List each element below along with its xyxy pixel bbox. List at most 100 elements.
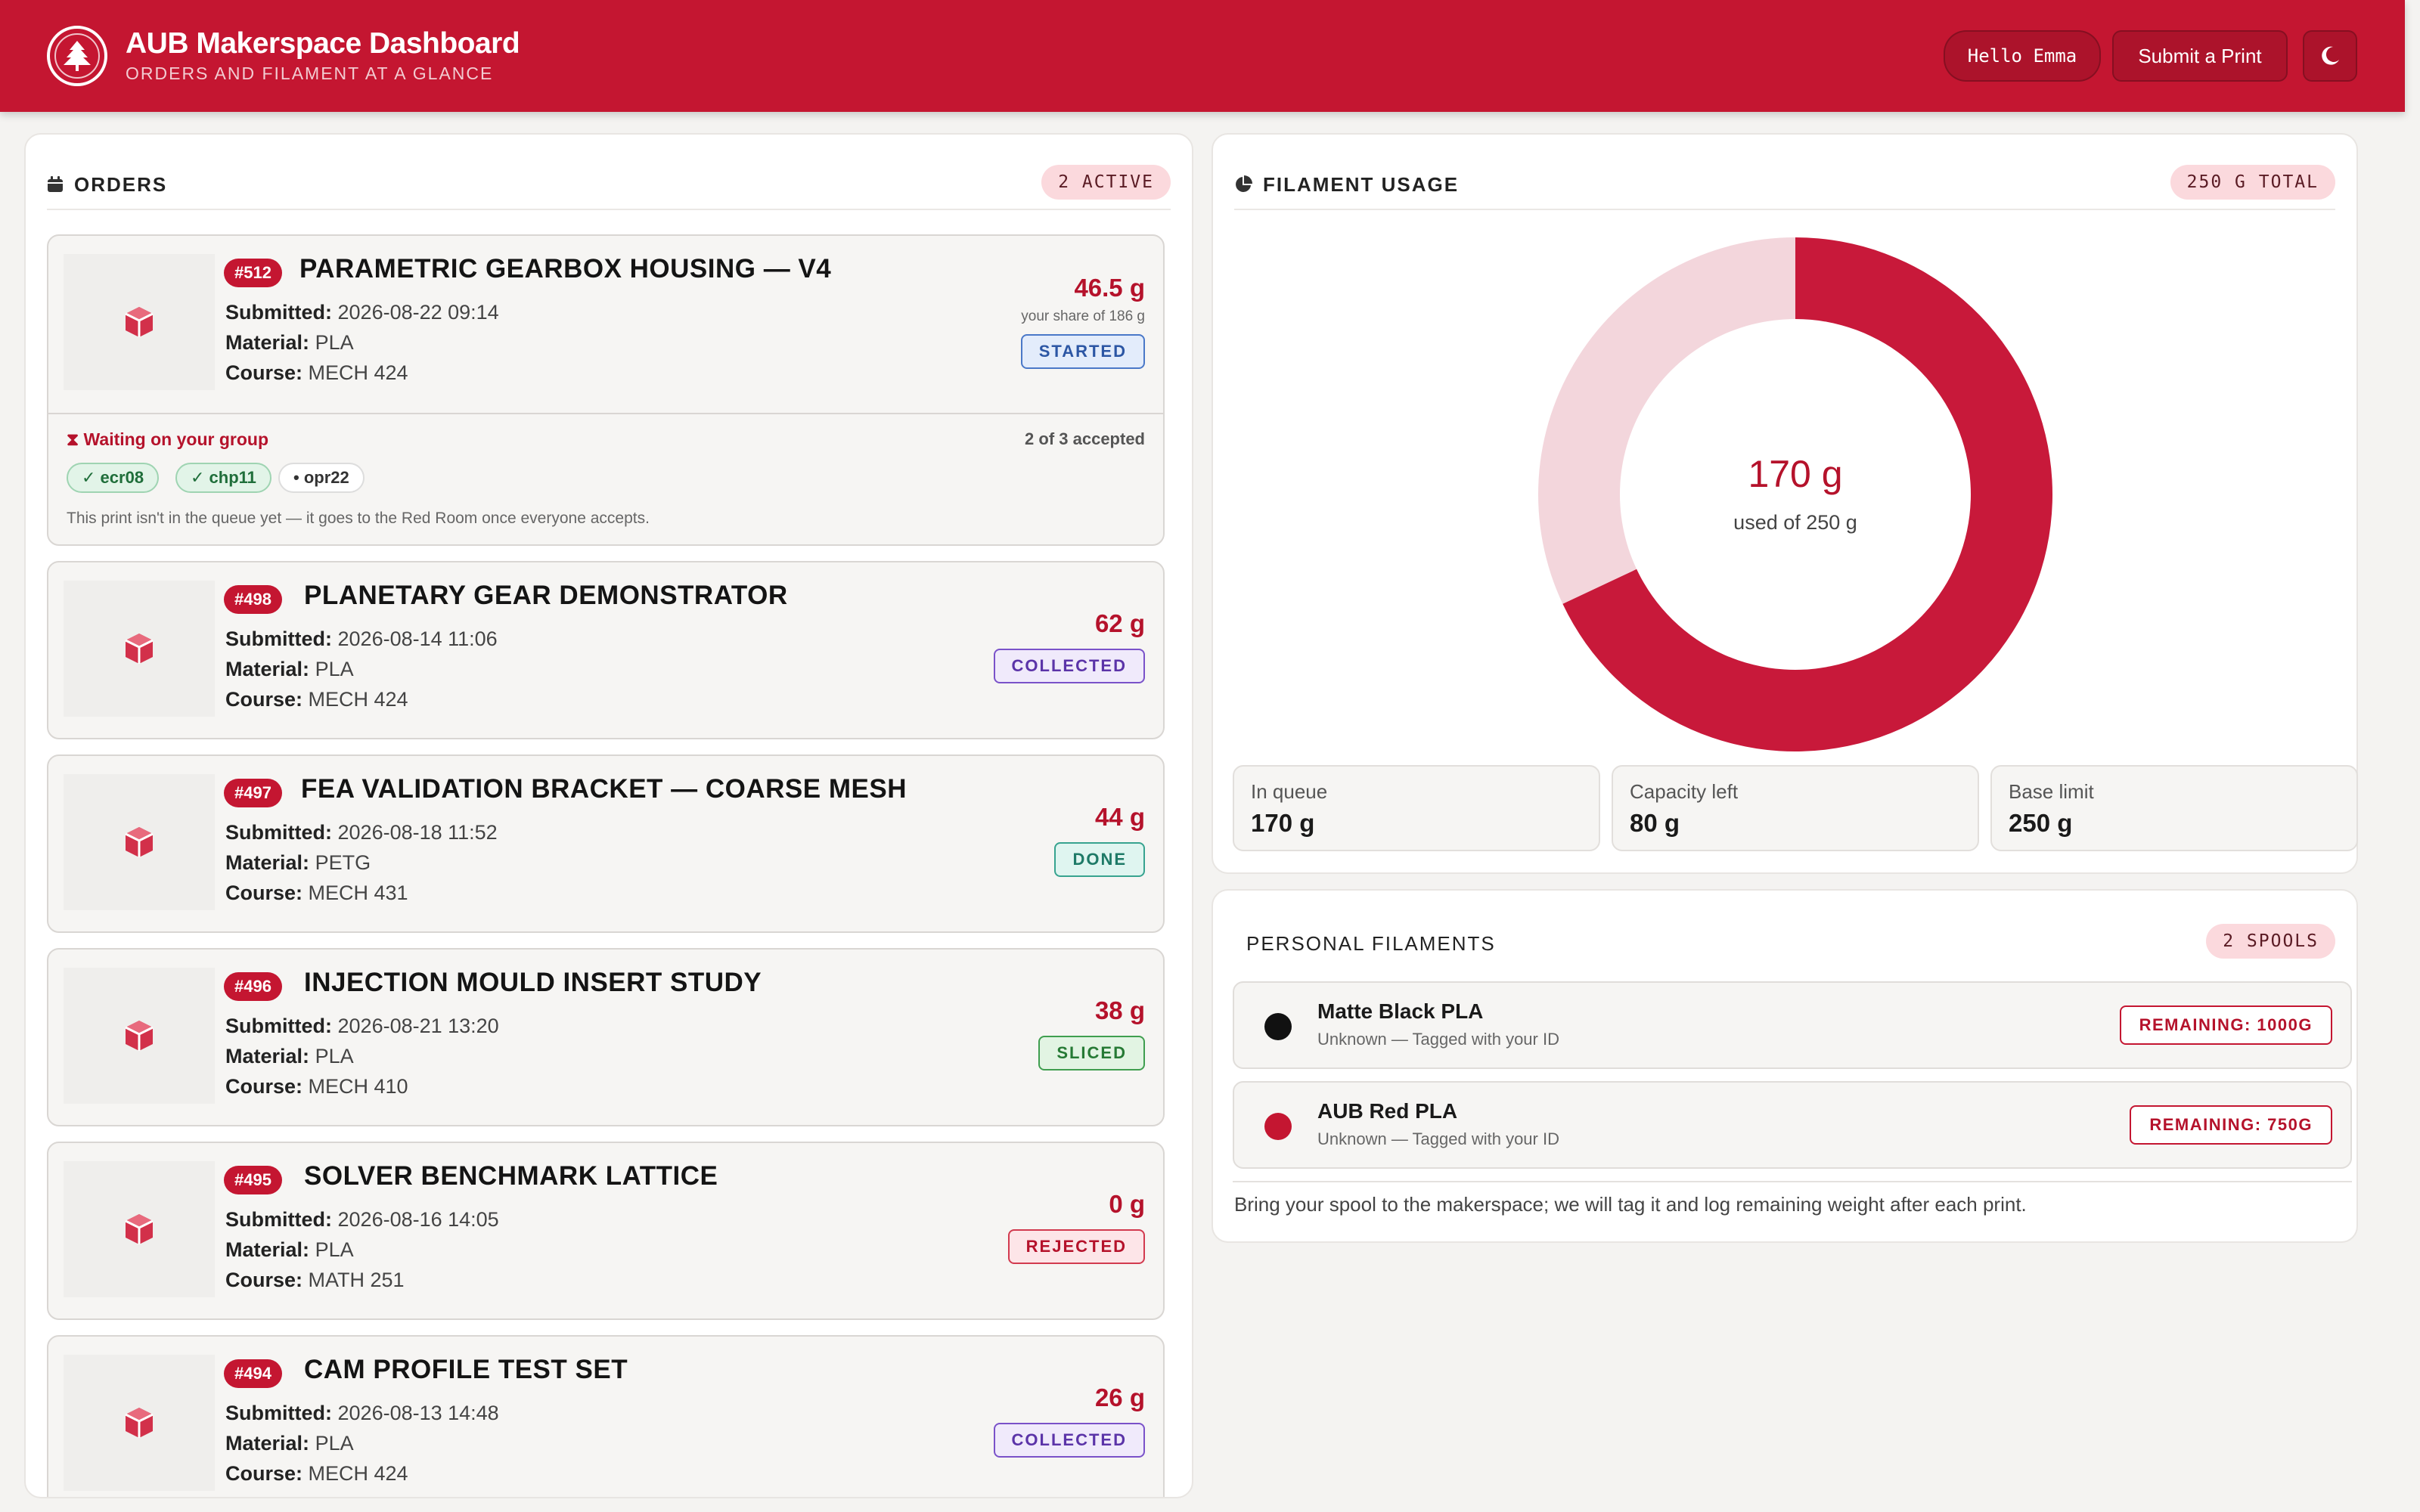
box-icon	[125, 1214, 154, 1244]
filament-title: FILAMENT USAGE	[1263, 172, 1460, 196]
orders-panel: ORDERS 2 ACTIVE #512 Parametric Gearbox …	[24, 133, 1193, 1498]
page-title: AUB Makerspace Dashboard	[126, 27, 520, 60]
order-title: Planetary Gear Demonstrator	[304, 581, 788, 610]
order-grams: 26 g	[1094, 1383, 1145, 1411]
box-icon	[125, 1021, 154, 1051]
order-material: Material: PLA	[225, 1045, 354, 1067]
submit-print-button[interactable]: Submit a Print	[2112, 30, 2288, 82]
spool-color-swatch	[1264, 1113, 1292, 1140]
spool-subtitle: Unknown — Tagged with your ID	[1317, 1129, 1559, 1148]
stat-base-limit: Base limit 250 g	[1990, 765, 2358, 851]
donut-slice-left	[1538, 237, 1795, 604]
order-thumbnail	[64, 254, 215, 390]
group-member-chip: • opr22	[278, 463, 365, 493]
order-title: FEA Validation Bracket — Coarse Mesh	[301, 774, 907, 804]
app-header: AUB Makerspace Dashboard ORDERS AND FILA…	[0, 0, 2405, 112]
filament-panel-header: FILAMENT USAGE 250 G TOTAL	[1234, 162, 2335, 207]
order-thumbnail	[64, 1355, 215, 1491]
order-course: Course: MECH 410	[225, 1075, 408, 1098]
status-badge: REJECTED	[1007, 1229, 1145, 1264]
order-material: Material: PLA	[225, 658, 354, 680]
pie-chart-icon	[1236, 175, 1252, 192]
order-title: Solver Benchmark Lattice	[304, 1161, 718, 1191]
group-approval: ⧗ Waiting on your group 2 of 3 accepted …	[48, 413, 1163, 544]
status-badge: COLLECTED	[993, 649, 1145, 683]
spool-item[interactable]: Matte Black PLA Unknown — Tagged with yo…	[1233, 981, 2352, 1069]
order-id-badge: #497	[224, 779, 282, 807]
orders-panel-header: ORDERS 2 ACTIVE	[47, 162, 1171, 207]
stat-in-queue: In queue 170 g	[1233, 765, 1600, 851]
order-title: Injection Mould Insert Study	[304, 968, 762, 997]
group-waiting: ⧗ Waiting on your group	[67, 429, 268, 449]
order-material: Material: PETG	[225, 851, 371, 874]
order-id-badge: #494	[224, 1359, 282, 1388]
order-id-badge: #495	[224, 1166, 282, 1194]
box-icon	[125, 827, 154, 857]
order-card[interactable]: #494 Cam Profile Test Set Submitted: 202…	[47, 1335, 1165, 1497]
stat-value: 80 g	[1630, 809, 1680, 837]
filament-divider	[1234, 209, 2335, 210]
stat-value: 250 g	[2009, 809, 2073, 837]
page-subtitle: ORDERS AND FILAMENT AT A GLANCE	[126, 64, 494, 83]
order-card[interactable]: #498 Planetary Gear Demonstrator Submitt…	[47, 561, 1165, 739]
order-card[interactable]: #495 Solver Benchmark Lattice Submitted:…	[47, 1142, 1165, 1320]
order-id-badge: #512	[224, 259, 282, 287]
status-badge: SLICED	[1038, 1036, 1145, 1070]
box-icon	[125, 1408, 154, 1438]
order-course: Course: MECH 424	[225, 361, 408, 384]
group-member-chip: ✓ ecr08	[67, 463, 160, 493]
group-note: This print isn't in the queue yet — it g…	[67, 510, 650, 527]
orders-title: ORDERS	[74, 172, 168, 196]
user-greeting-button[interactable]: Hello Emma	[1944, 30, 2101, 82]
spool-color-swatch	[1264, 1013, 1292, 1040]
order-material: Material: PLA	[225, 331, 354, 354]
order-grams: 62 g	[1094, 609, 1145, 637]
order-card[interactable]: #497 FEA Validation Bracket — Coarse Mes…	[47, 754, 1165, 933]
order-id-badge: #496	[224, 972, 282, 1001]
order-grams: 44 g	[1094, 803, 1145, 831]
theme-toggle-button[interactable]	[2303, 30, 2357, 82]
donut-center-value: 170 g	[1748, 453, 1843, 495]
order-card[interactable]: #512 Parametric Gearbox Housing — V4 Sub…	[47, 234, 1165, 546]
personal-panel-header: PERSONAL FILAMENTS 2 SPOOLS	[1234, 921, 2335, 966]
stat-capacity-left: Capacity left 80 g	[1612, 765, 1979, 851]
spool-remaining-badge: REMAINING: 750G	[2130, 1105, 2332, 1145]
box-icon	[125, 634, 154, 664]
group-member-chip: ✓ chp11	[175, 463, 271, 493]
group-accepted-count: 2 of 3 accepted	[1025, 429, 1145, 448]
order-grams: 0 g	[1109, 1190, 1145, 1218]
personal-title: PERSONAL FILAMENTS	[1246, 931, 1496, 955]
order-id-badge: #498	[224, 585, 282, 614]
order-share: your share of 186 g	[1021, 308, 1145, 324]
total-badge: 250 G TOTAL	[2170, 165, 2335, 200]
personal-divider	[1233, 1181, 2352, 1182]
order-course: Course: MECH 424	[225, 1462, 408, 1485]
active-count-badge: 2 ACTIVE	[1041, 165, 1171, 200]
order-course: Course: MECH 424	[225, 688, 408, 711]
spool-subtitle: Unknown — Tagged with your ID	[1317, 1030, 1559, 1049]
spools-count-badge: 2 SPOOLS	[2206, 924, 2335, 959]
cedar-icon	[64, 41, 91, 71]
spool-name: Matte Black PLA	[1317, 999, 1484, 1023]
order-card[interactable]: #496 Injection Mould Insert Study Submit…	[47, 948, 1165, 1126]
spool-item[interactable]: AUB Red PLA Unknown — Tagged with your I…	[1233, 1081, 2352, 1169]
moon-icon	[2322, 46, 2339, 65]
order-title: Cam Profile Test Set	[304, 1355, 628, 1384]
order-submitted: Submitted: 2026-08-21 13:20	[225, 1015, 499, 1037]
aub-logo	[47, 26, 107, 86]
order-material: Material: PLA	[225, 1432, 354, 1455]
order-course: Course: MATH 251	[225, 1269, 405, 1291]
spool-remaining-badge: REMAINING: 1000G	[2119, 1005, 2332, 1045]
personal-note: Bring your spool to the makerspace; we w…	[1234, 1193, 2027, 1216]
order-thumbnail	[64, 968, 215, 1104]
stat-label: Base limit	[2009, 780, 2094, 803]
orders-divider	[47, 209, 1171, 210]
order-material: Material: PLA	[225, 1238, 354, 1261]
order-submitted: Submitted: 2026-08-22 09:14	[225, 301, 499, 324]
spool-name: AUB Red PLA	[1317, 1099, 1458, 1123]
stat-value: 170 g	[1251, 809, 1315, 837]
order-thumbnail	[64, 581, 215, 717]
order-submitted: Submitted: 2026-08-18 11:52	[225, 821, 498, 844]
order-title: Parametric Gearbox Housing — V4	[299, 254, 832, 284]
donut-center-label: used of 250 g	[1733, 511, 1857, 534]
